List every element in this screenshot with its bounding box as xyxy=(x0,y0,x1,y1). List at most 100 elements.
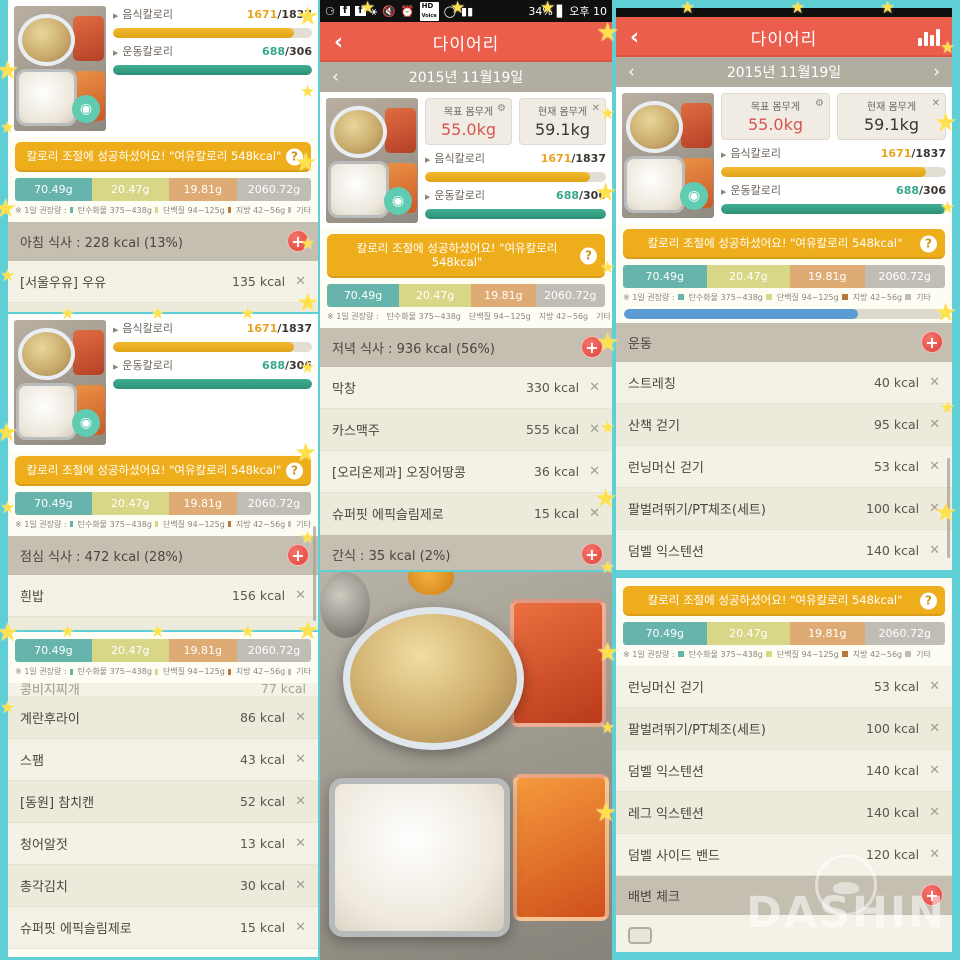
list-item[interactable]: 슈퍼핏 에픽슬림제로 15 kcal ✕ xyxy=(8,907,318,949)
breakfast-header[interactable]: 아침 식사 : 228 kcal (13%) + xyxy=(8,221,318,261)
list-item[interactable]: 총각김치 30 kcal ✕ xyxy=(8,865,318,907)
current-weight-card[interactable]: 현재 몸무게 59.1kg ✕ xyxy=(837,93,946,140)
list-item[interactable]: 스팸 43 kcal ✕ xyxy=(8,739,318,781)
help-icon[interactable]: ? xyxy=(286,462,303,480)
meal-photo-thumb[interactable]: ◉ xyxy=(326,98,418,223)
remove-icon[interactable]: ✕ xyxy=(929,417,940,432)
dinner-header[interactable]: 저녁 식사 : 936 kcal (56%) + xyxy=(320,327,612,367)
add-food-icon[interactable]: + xyxy=(287,230,309,253)
remove-icon[interactable]: ✕ xyxy=(929,543,940,558)
back-icon[interactable]: ‹ xyxy=(630,25,640,50)
hd-voice-icon: HD Voice xyxy=(419,1,439,21)
toilet-paper-icon[interactable] xyxy=(628,926,652,944)
remove-icon[interactable]: ✕ xyxy=(295,836,306,851)
remove-icon[interactable]: ✕ xyxy=(295,878,306,893)
list-item[interactable]: 계란후라이 86 kcal ✕ xyxy=(8,697,318,739)
list-item[interactable]: [서울우유] 우유 135 kcal ✕ xyxy=(8,260,318,303)
bar-chart-icon[interactable] xyxy=(918,28,940,46)
help-icon[interactable]: ? xyxy=(920,592,937,610)
meal-photo-thumb[interactable]: ◉ xyxy=(622,93,714,218)
remove-icon[interactable]: ✕ xyxy=(929,721,940,736)
list-item[interactable]: 팔벌려뛰기/PT체조(세트) 100 kcal ✕ xyxy=(616,707,952,750)
list-scrollbar[interactable] xyxy=(313,526,316,621)
calorie-notice-banner[interactable]: 칼로리 조절에 성공하셨어요! "여유칼로리 548kcal" ? xyxy=(623,586,945,616)
remove-icon[interactable]: ✕ xyxy=(589,422,600,437)
remove-icon[interactable]: ✕ xyxy=(295,794,306,809)
remove-icon[interactable]: ✕ xyxy=(929,805,940,820)
add-food-icon[interactable]: + xyxy=(581,543,603,566)
list-item[interactable]: 콩비지찌개 77 kcal ✕ xyxy=(8,616,318,630)
prev-day-icon[interactable]: ‹ xyxy=(332,67,339,87)
camera-icon[interactable]: ◉ xyxy=(72,409,100,437)
camera-icon[interactable]: ◉ xyxy=(680,182,708,210)
gear-icon[interactable]: ⚙ xyxy=(497,103,506,114)
list-item[interactable]: 사과 28 kcal ✕ xyxy=(8,302,318,312)
macro-other-value: 2060.72g xyxy=(237,491,311,515)
add-food-icon[interactable]: + xyxy=(581,336,603,359)
remove-icon[interactable]: ✕ xyxy=(589,506,600,521)
remove-icon[interactable]: ✕ xyxy=(295,752,306,767)
list-item[interactable]: 막창 330 kcal ✕ xyxy=(320,366,612,409)
remove-icon[interactable]: ✕ xyxy=(929,459,940,474)
remove-icon[interactable]: ✕ xyxy=(589,464,600,479)
exercise-calorie-bar xyxy=(113,379,312,389)
calorie-notice-banner[interactable]: 칼로리 조절에 성공하셨어요! "여유칼로리 548kcal" ? xyxy=(623,229,945,259)
remove-icon[interactable]: ✕ xyxy=(929,847,940,862)
list-item-clipped[interactable]: 콩비지찌개 77 kcal xyxy=(8,683,318,697)
page-title: 다이어리 xyxy=(750,29,818,50)
list-item[interactable]: 청어알젓 13 kcal ✕ xyxy=(8,823,318,865)
remove-icon[interactable]: ✕ xyxy=(589,380,600,395)
goal-weight-card[interactable]: 목표 몸무게 55.0kg ⚙ xyxy=(721,93,830,140)
list-scrollbar[interactable] xyxy=(947,458,950,558)
calorie-notice-banner[interactable]: 칼로리 조절에 성공하셨어요! "여유칼로리 548kcal" ? xyxy=(15,142,311,172)
list-item[interactable]: 카스맥주 555 kcal ✕ xyxy=(320,408,612,451)
help-icon[interactable]: ? xyxy=(580,247,597,265)
exercise-header[interactable]: 운동 + xyxy=(616,322,952,362)
remove-icon[interactable]: ✕ xyxy=(929,375,940,390)
close-icon[interactable]: ✕ xyxy=(932,98,940,109)
list-item[interactable]: 덤벨 사이드 밴드 120 kcal ✕ xyxy=(616,833,952,876)
list-item[interactable]: [오리온제과] 오징어땅콩 36 kcal ✕ xyxy=(320,450,612,493)
snack-header[interactable]: 간식 : 35 kcal (2%) + xyxy=(320,534,612,570)
remove-icon[interactable]: ✕ xyxy=(295,588,306,603)
goal-weight-card[interactable]: 목표 몸무게 55.0kg ⚙ xyxy=(425,98,512,145)
next-day-icon[interactable]: › xyxy=(933,62,940,82)
list-item[interactable]: 슈퍼핏 에픽슬림제로 15 kcal ✕ xyxy=(320,492,612,535)
camera-icon[interactable]: ◉ xyxy=(384,187,412,215)
add-food-icon[interactable]: + xyxy=(287,544,309,567)
help-icon[interactable]: ? xyxy=(286,148,303,166)
list-item[interactable]: 덤벨 익스텐션 140 kcal ✕ xyxy=(616,529,952,570)
bowel-check-header[interactable]: 배변 체크 + xyxy=(616,875,952,915)
list-item[interactable]: 런닝머신 걷기 53 kcal ✕ xyxy=(616,665,952,708)
add-bowel-icon[interactable]: + xyxy=(921,884,943,907)
close-icon[interactable]: ✕ xyxy=(592,103,600,114)
list-item[interactable]: 런닝머신 걷기 53 kcal ✕ xyxy=(616,445,952,488)
remove-icon[interactable]: ✕ xyxy=(929,501,940,516)
remove-icon[interactable]: ✕ xyxy=(929,679,940,694)
list-item[interactable]: 산책 걷기 95 kcal ✕ xyxy=(616,403,952,446)
list-item[interactable]: 팔벌려뛰기/PT체조(세트) 100 kcal ✕ xyxy=(616,487,952,530)
gear-icon[interactable]: ⚙ xyxy=(815,98,824,109)
list-item[interactable]: 덤벨 익스텐션 140 kcal ✕ xyxy=(616,749,952,792)
back-icon[interactable]: ‹ xyxy=(334,30,344,55)
remove-icon[interactable]: ✕ xyxy=(295,274,306,289)
remove-icon[interactable]: ✕ xyxy=(295,920,306,935)
current-weight-card[interactable]: 현재 몸무게 59.1kg ✕ xyxy=(519,98,606,145)
camera-icon[interactable]: ◉ xyxy=(72,95,100,123)
list-item[interactable]: 흰밥 156 kcal ✕ xyxy=(8,574,318,617)
list-item[interactable]: 스트레칭 40 kcal ✕ xyxy=(616,361,952,404)
calorie-notice-banner[interactable]: 칼로리 조절에 성공하셨어요! "여유칼로리 548kcal" ? xyxy=(327,234,605,278)
meal-photo-thumb[interactable]: ◉ xyxy=(14,320,106,445)
remove-icon[interactable]: ✕ xyxy=(295,710,306,725)
prev-day-icon[interactable]: ‹ xyxy=(628,62,635,82)
list-item[interactable]: 레그 익스텐션 140 kcal ✕ xyxy=(616,791,952,834)
add-exercise-icon[interactable]: + xyxy=(921,331,943,354)
help-icon[interactable]: ? xyxy=(920,235,937,253)
bowel-check-row[interactable] xyxy=(616,914,952,952)
list-item[interactable]: [동원] 참치캔 52 kcal ✕ xyxy=(8,781,318,823)
calorie-notice-banner[interactable]: 칼로리 조절에 성공하셨어요! "여유칼로리 548kcal" ? xyxy=(15,456,311,486)
meal-photo-thumb[interactable]: ◉ xyxy=(14,6,106,131)
legend-other: 기타 xyxy=(916,292,931,302)
lunch-header[interactable]: 점심 식사 : 472 kcal (28%) + xyxy=(8,535,318,575)
remove-icon[interactable]: ✕ xyxy=(929,763,940,778)
